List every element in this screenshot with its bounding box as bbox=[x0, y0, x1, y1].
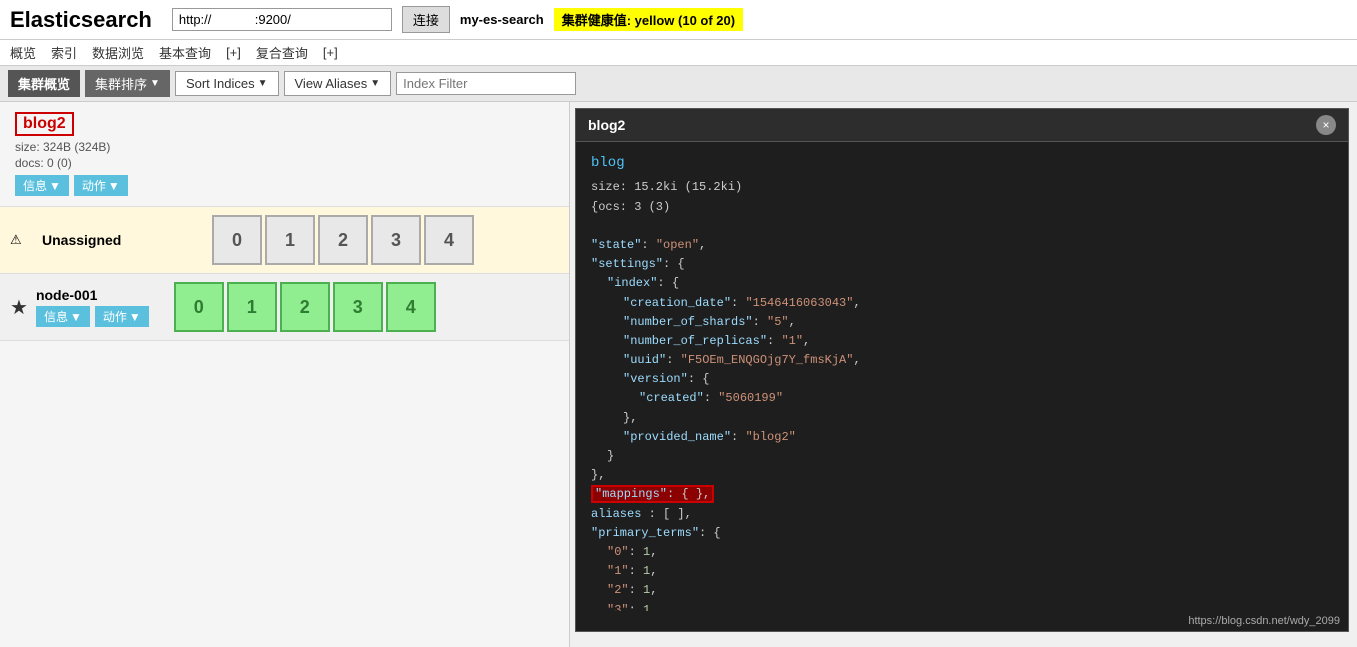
node-action-label: 动作 bbox=[103, 308, 127, 325]
json-settings-close: }, bbox=[591, 466, 1333, 485]
json-created: "created": "5060199" bbox=[591, 389, 1333, 408]
modal-title: blog2 bbox=[588, 117, 625, 133]
shard-n-0[interactable]: 0 bbox=[174, 282, 224, 332]
index-info-button[interactable]: 信息 ▼ bbox=[15, 175, 69, 196]
modal-docs: {ocs: 3 (3) bbox=[591, 198, 1333, 217]
node-info-button[interactable]: 信息 ▼ bbox=[36, 306, 90, 327]
node-shards: 0 1 2 3 4 bbox=[174, 282, 436, 332]
nav-data-browse[interactable]: 数据浏览 bbox=[92, 43, 144, 62]
index-action-label: 动作 bbox=[82, 177, 106, 194]
shard-n-4[interactable]: 4 bbox=[386, 282, 436, 332]
node-action-button[interactable]: 动作 ▼ bbox=[95, 306, 149, 327]
shard-n-3[interactable]: 3 bbox=[333, 282, 383, 332]
json-version-close: }, bbox=[591, 409, 1333, 428]
index-action-bar: 信息 ▼ 动作 ▼ bbox=[15, 175, 554, 196]
nav-complex-add[interactable]: [+] bbox=[323, 45, 338, 60]
json-uuid: "uuid": "F5OEm_ENQGOjg7Y_fmsKjA", bbox=[591, 351, 1333, 370]
nav-complex-query[interactable]: 复合查询 bbox=[256, 43, 308, 62]
index-info-arrow: ▼ bbox=[49, 179, 61, 193]
nav-bar: 概览 索引 数据浏览 基本查询 [+] 复合查询 [+] bbox=[0, 40, 1357, 66]
index-name[interactable]: blog2 bbox=[15, 112, 74, 136]
json-version: "version": { bbox=[591, 370, 1333, 389]
star-icon: ★ bbox=[10, 295, 28, 320]
modal-footer: https://blog.csdn.net/wdy_2099 bbox=[576, 611, 1348, 631]
node-row: ★ node-001 信息 ▼ 动作 ▼ 0 1 2 3 bbox=[0, 274, 569, 341]
shard-u-2[interactable]: 2 bbox=[318, 215, 368, 265]
json-primary-terms: "primary_terms": { bbox=[591, 524, 1333, 543]
json-pt-3: "3": 1, bbox=[591, 601, 1333, 611]
cluster-name: my-es-search bbox=[460, 12, 544, 27]
unassigned-shards: 0 1 2 3 4 bbox=[212, 215, 474, 265]
json-pt-1: "1": 1, bbox=[591, 562, 1333, 581]
view-aliases-arrow: ▼ bbox=[370, 78, 380, 89]
index-card: blog2 size: 324B (324B) docs: 0 (0) 信息 ▼… bbox=[0, 102, 569, 207]
warning-icon: ⚠ bbox=[10, 232, 34, 248]
json-pt-2: "2": 1, bbox=[591, 581, 1333, 600]
json-creation-date: "creation_date": "1546416063043", bbox=[591, 294, 1333, 313]
connect-button[interactable]: 连接 bbox=[402, 6, 450, 33]
json-index-close: } bbox=[591, 447, 1333, 466]
json-mappings: "mappings": { }, bbox=[591, 485, 1333, 504]
sort-indices-arrow: ▼ bbox=[258, 78, 268, 89]
json-index: "index": { bbox=[591, 274, 1333, 293]
view-aliases-label: View Aliases bbox=[295, 76, 368, 91]
node-action-bar: 信息 ▼ 动作 ▼ bbox=[36, 306, 149, 327]
node-action-arrow: ▼ bbox=[129, 310, 141, 324]
json-pt-0: "0": 1, bbox=[591, 543, 1333, 562]
shard-n-1[interactable]: 1 bbox=[227, 282, 277, 332]
sort-indices-label: Sort Indices bbox=[186, 76, 255, 91]
modal-index-header: blog bbox=[591, 152, 1333, 174]
unassigned-row: ⚠ Unassigned 0 1 2 3 4 bbox=[0, 207, 569, 274]
left-panel: blog2 size: 324B (324B) docs: 0 (0) 信息 ▼… bbox=[0, 102, 570, 647]
view-aliases-button[interactable]: View Aliases ▼ bbox=[284, 71, 392, 96]
json-settings: "settings": { bbox=[591, 255, 1333, 274]
index-filter-input[interactable] bbox=[396, 72, 576, 95]
cluster-overview-tab[interactable]: 集群概览 bbox=[8, 70, 80, 97]
nav-index[interactable]: 索引 bbox=[51, 43, 77, 62]
node-info-label: 信息 bbox=[44, 308, 68, 325]
index-action-button[interactable]: 动作 ▼ bbox=[74, 175, 128, 196]
index-size: size: 324B (324B) bbox=[15, 140, 554, 154]
modal-size: size: 15.2ki (15.2ki) bbox=[591, 178, 1333, 197]
shard-u-4[interactable]: 4 bbox=[424, 215, 474, 265]
sort-indices-button[interactable]: Sort Indices ▼ bbox=[175, 71, 279, 96]
main-content: blog2 size: 324B (324B) docs: 0 (0) 信息 ▼… bbox=[0, 102, 1357, 647]
sort-cluster-arrow: ▼ bbox=[150, 78, 160, 89]
health-badge: 集群健康值: yellow (10 of 20) bbox=[554, 8, 743, 31]
json-aliases: aliases : [ ], bbox=[591, 505, 1333, 524]
json-state: "state": "open", bbox=[591, 236, 1333, 255]
nav-basic-add[interactable]: [+] bbox=[226, 45, 241, 60]
node-name: node-001 bbox=[36, 287, 149, 303]
sort-cluster-label: 集群排序 bbox=[95, 74, 147, 93]
shard-n-2[interactable]: 2 bbox=[280, 282, 330, 332]
url-input[interactable] bbox=[172, 8, 392, 31]
modal-body[interactable]: blog size: 15.2ki (15.2ki) {ocs: 3 (3) "… bbox=[576, 142, 1348, 611]
detail-modal: blog2 × blog size: 15.2ki (15.2ki) {ocs:… bbox=[575, 108, 1349, 632]
json-num-shards: "number_of_shards": "5", bbox=[591, 313, 1333, 332]
index-action-arrow: ▼ bbox=[108, 179, 120, 193]
node-info-arrow: ▼ bbox=[70, 310, 82, 324]
shard-u-3[interactable]: 3 bbox=[371, 215, 421, 265]
modal-close-button[interactable]: × bbox=[1316, 115, 1336, 135]
json-provided-name: "provided_name": "blog2" bbox=[591, 428, 1333, 447]
header: Elasticsearch 连接 my-es-search 集群健康值: yel… bbox=[0, 0, 1357, 40]
node-info: node-001 信息 ▼ 动作 ▼ bbox=[36, 287, 149, 327]
index-info-label: 信息 bbox=[23, 177, 47, 194]
unassigned-label: Unassigned bbox=[42, 232, 162, 248]
nav-overview[interactable]: 概览 bbox=[10, 43, 36, 62]
sort-cluster-button[interactable]: 集群排序 ▼ bbox=[85, 70, 170, 97]
toolbar: 集群概览 集群排序 ▼ Sort Indices ▼ View Aliases … bbox=[0, 66, 1357, 102]
shard-u-1[interactable]: 1 bbox=[265, 215, 315, 265]
modal-header: blog2 × bbox=[576, 109, 1348, 142]
json-num-replicas: "number_of_replicas": "1", bbox=[591, 332, 1333, 351]
nav-basic-query[interactable]: 基本查询 bbox=[159, 43, 211, 62]
app-title: Elasticsearch bbox=[10, 7, 152, 33]
index-docs: docs: 0 (0) bbox=[15, 156, 554, 170]
shard-u-0[interactable]: 0 bbox=[212, 215, 262, 265]
